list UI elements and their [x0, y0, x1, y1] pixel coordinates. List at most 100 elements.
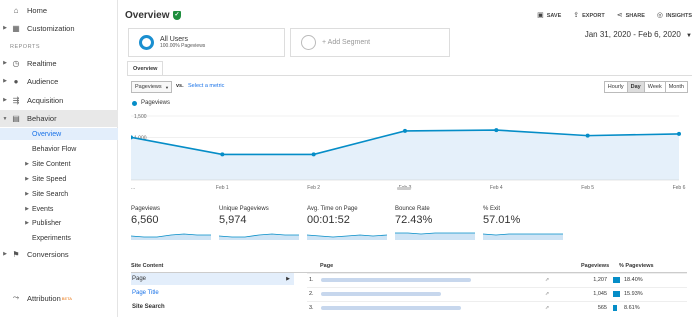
- sidebar-sub-label: Events: [32, 205, 54, 213]
- sidebar-sub-events[interactable]: ▶ Events: [0, 203, 118, 215]
- sidebar-sub-experiments[interactable]: Experiments: [0, 232, 118, 244]
- caret-right-icon: ▶: [3, 78, 7, 84]
- granularity-day[interactable]: Day: [626, 81, 645, 93]
- row-pct: 8.61%: [624, 304, 640, 311]
- metric-value: 6,560: [131, 214, 159, 226]
- granularity-month[interactable]: Month: [664, 81, 688, 93]
- x-tick-label: Feb 2: [307, 185, 320, 191]
- caret-right-icon: ▶: [25, 206, 29, 212]
- site-content-item-page-title[interactable]: Page Title: [131, 287, 294, 299]
- sidebar-sub-behavior-flow[interactable]: Behavior Flow: [0, 143, 118, 155]
- metric-label: % Exit: [483, 206, 501, 212]
- sidebar-item-label: Customization: [27, 23, 75, 33]
- tab-overview[interactable]: Overview: [127, 61, 164, 76]
- clock-icon: ◷: [12, 58, 20, 68]
- redacted-page-url: [321, 305, 461, 310]
- data-point[interactable]: [677, 131, 681, 136]
- sidebar-item-attribution[interactable]: ⤳ Attribution BETA: [0, 291, 118, 305]
- metric-value: 00:01:52: [307, 214, 350, 226]
- sidebar-item-home[interactable]: ⌂ Home: [0, 3, 118, 17]
- sidebar-item-label: Acquisition: [27, 95, 64, 105]
- sidebar-sub-site-search[interactable]: ▶ Site Search: [0, 188, 118, 200]
- sidebar-sub-label: Site Content: [32, 160, 71, 168]
- sparkline: [482, 233, 563, 240]
- data-point[interactable]: [585, 133, 590, 138]
- export-button[interactable]: ⇪ EXPORT: [573, 11, 605, 19]
- flag-icon: ⚑: [12, 249, 20, 259]
- site-content-heading: Site Content: [131, 263, 164, 269]
- segment-all-users[interactable]: All Users 100.00% Pageviews: [128, 28, 285, 57]
- share-icon: ⋖: [616, 12, 623, 19]
- sidebar-item-label: Attribution: [27, 293, 61, 303]
- row-pct: 15.93%: [624, 290, 643, 297]
- data-point[interactable]: [494, 128, 499, 133]
- insights-label: INSIGHTS: [666, 13, 692, 19]
- metric-select[interactable]: Pageviews ▼: [131, 81, 172, 93]
- sidebar-sub-label: Behavior Flow: [32, 145, 77, 153]
- beta-badge: BETA: [61, 295, 72, 301]
- sparkline: [218, 233, 299, 240]
- metric-label: Bounce Rate: [395, 206, 430, 212]
- date-range-picker[interactable]: Jan 31, 2020 - Feb 6, 2020 ▼: [585, 30, 692, 39]
- granularity-week[interactable]: Week: [643, 81, 666, 93]
- sidebar-item-audience[interactable]: ▶ ● Audience: [0, 74, 118, 88]
- insights-button[interactable]: ◎ INSIGHTS: [657, 11, 692, 19]
- sidebar-item-behavior[interactable]: ▼ ▤ Behavior: [0, 110, 118, 127]
- external-link-icon[interactable]: ⇗: [545, 291, 555, 297]
- tab-divider: [127, 75, 692, 76]
- metric-avg-time: Avg. Time on Page 00:01:52: [306, 206, 395, 242]
- sidebar-item-conversions[interactable]: ▶ ⚑ Conversions: [0, 247, 118, 261]
- site-content-label: Page: [132, 276, 147, 282]
- chart-legend: Pageviews: [132, 100, 170, 106]
- sidebar-sub-overview[interactable]: Overview: [0, 128, 118, 140]
- x-tick-label: ...: [131, 185, 135, 191]
- row-pageviews: 565: [597, 304, 607, 311]
- granularity-hourly[interactable]: Hourly: [603, 81, 628, 93]
- table-row[interactable]: 2. ⇗ 1,045 15.93%: [307, 287, 687, 299]
- metrics-row: Pageviews 6,560 Unique Pageviews 5,974 A…: [130, 206, 571, 242]
- add-segment-button[interactable]: + Add Segment: [290, 28, 450, 57]
- date-range-text: Jan 31, 2020 - Feb 6, 2020: [584, 30, 681, 39]
- sidebar-sub-label: Site Search: [32, 190, 69, 198]
- data-point[interactable]: [403, 128, 407, 133]
- data-point[interactable]: [311, 152, 316, 157]
- sidebar-sub-site-content[interactable]: ▶ Site Content: [0, 158, 118, 170]
- sidebar-item-acquisition[interactable]: ▶ ⇶ Acquisition: [0, 93, 118, 107]
- row-pct: 18.40%: [624, 276, 643, 283]
- x-tick-label: Feb 5: [581, 185, 594, 191]
- external-link-icon[interactable]: ⇗: [545, 277, 555, 283]
- save-button[interactable]: ▣ SAVE: [537, 11, 561, 19]
- x-tick-label: Feb 1: [216, 185, 229, 191]
- chevron-right-icon: ▶: [286, 276, 290, 282]
- redacted-page-url: [321, 277, 471, 282]
- legend-dot: [132, 100, 137, 106]
- data-point[interactable]: [220, 152, 225, 157]
- sidebar-item-label: Behavior: [27, 114, 57, 123]
- caret-right-icon: ▶: [3, 25, 7, 31]
- empty-ring-icon: [301, 35, 316, 50]
- share-button[interactable]: ⋖ SHARE: [617, 11, 645, 19]
- x-tick-label: Feb 4: [490, 185, 503, 191]
- metric-value: 57.01%: [483, 214, 521, 226]
- sparkline: [395, 232, 475, 240]
- sidebar-item-realtime[interactable]: ▶ ◷ Realtime: [0, 56, 118, 70]
- sparkline: [306, 234, 388, 240]
- table-row[interactable]: 3. ⇗ 565 8.61%: [307, 301, 687, 313]
- metric-label: Pageviews: [131, 206, 161, 212]
- select-metric-link[interactable]: Select a metric: [188, 83, 224, 89]
- granularity-toggle: Hourly Day Week Month: [603, 81, 688, 93]
- sidebar-sub-site-speed[interactable]: ▶ Site Speed: [0, 173, 118, 185]
- person-icon: ●: [13, 76, 19, 86]
- table-row[interactable]: 1. ⇗ 1,207 18.40%: [307, 273, 687, 285]
- dashboard-icon: ▦: [12, 23, 20, 33]
- add-segment-label: + Add Segment: [322, 39, 371, 46]
- sidebar-sub-publisher[interactable]: ▶ Publisher: [0, 217, 118, 229]
- col-pageviews-header: Pageviews: [581, 263, 610, 269]
- external-link-icon[interactable]: ⇗: [545, 305, 555, 311]
- chart-resize-handle[interactable]: [397, 187, 411, 190]
- segment-ring-icon: [139, 35, 154, 50]
- segment-name: All Users: [160, 36, 189, 43]
- page-title-text: Overview: [125, 10, 170, 21]
- sidebar-item-customization[interactable]: ▶ ▦ Customization: [0, 21, 118, 35]
- site-content-item-page[interactable]: Page ▶: [131, 273, 294, 285]
